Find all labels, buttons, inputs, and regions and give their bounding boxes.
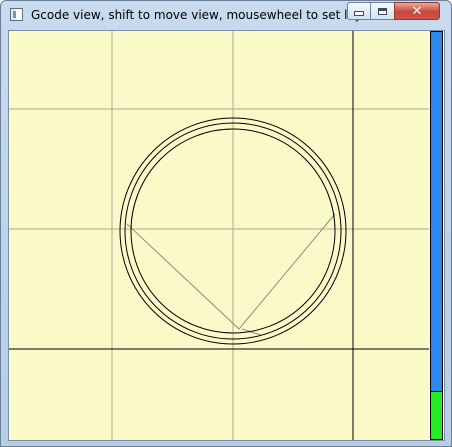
canvas-background xyxy=(9,31,429,440)
gcode-preview-canvas[interactable] xyxy=(9,31,429,440)
maximize-button[interactable] xyxy=(370,2,395,20)
title-bar[interactable]: Gcode view, shift to move view, mousewhe… xyxy=(1,1,451,29)
layer-indicator-track xyxy=(430,31,443,440)
gcode-view-window: Gcode view, shift to move view, mousewhe… xyxy=(0,0,452,447)
close-button[interactable]: ✕ xyxy=(394,2,440,20)
window-title: Gcode view, shift to move view, mousewhe… xyxy=(31,8,375,22)
layer-indicator-bar[interactable] xyxy=(429,31,444,440)
maximize-icon xyxy=(378,7,387,15)
close-icon: ✕ xyxy=(411,3,423,19)
minimize-icon xyxy=(354,11,364,16)
app-window-icon[interactable] xyxy=(10,8,23,21)
gcode-canvas-area[interactable] xyxy=(8,30,445,441)
current-layer-fill xyxy=(430,391,443,440)
minimize-button[interactable] xyxy=(347,2,371,20)
